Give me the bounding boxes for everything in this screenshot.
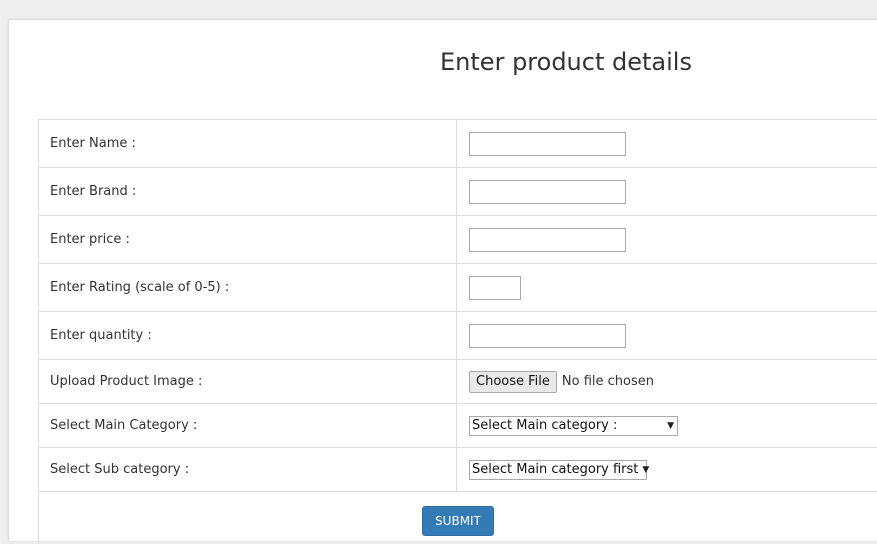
form-panel: Enter product details Enter Name : Enter… bbox=[8, 19, 877, 541]
name-input[interactable] bbox=[469, 132, 626, 156]
file-status-text: No file chosen bbox=[562, 374, 654, 389]
page-title: Enter product details bbox=[9, 48, 877, 76]
chevron-down-icon: ▼ bbox=[667, 421, 674, 431]
form-row-main-category: Select Main Category : Select Main categ… bbox=[39, 404, 877, 448]
sub-category-select[interactable]: Select Main category first ▼ bbox=[469, 460, 647, 480]
sub-category-label: Select Sub category : bbox=[39, 448, 457, 492]
price-label: Enter price : bbox=[39, 216, 457, 264]
rating-input[interactable] bbox=[469, 276, 521, 300]
form-row-brand: Enter Brand : bbox=[39, 168, 877, 216]
file-upload-control: Choose File No file chosen bbox=[469, 371, 867, 393]
form-row-name: Enter Name : bbox=[39, 120, 877, 168]
quantity-label: Enter quantity : bbox=[39, 312, 457, 360]
brand-label: Enter Brand : bbox=[39, 168, 457, 216]
price-input[interactable] bbox=[469, 228, 626, 252]
upload-label: Upload Product Image : bbox=[39, 360, 457, 404]
form-row-sub-category: Select Sub category : Select Main catego… bbox=[39, 448, 877, 492]
form-row-quantity: Enter quantity : bbox=[39, 312, 877, 360]
sub-category-selected: Select Main category first bbox=[472, 462, 638, 477]
main-category-select[interactable]: Select Main category : ▼ bbox=[469, 416, 678, 436]
brand-input[interactable] bbox=[469, 180, 626, 204]
main-category-selected: Select Main category : bbox=[472, 418, 617, 433]
choose-file-button[interactable]: Choose File bbox=[469, 371, 557, 393]
form-row-rating: Enter Rating (scale of 0-5) : bbox=[39, 264, 877, 312]
chevron-down-icon: ▼ bbox=[642, 465, 649, 475]
form-row-upload: Upload Product Image : Choose File No fi… bbox=[39, 360, 877, 404]
form-row-submit: SUBMIT bbox=[39, 492, 877, 544]
quantity-input[interactable] bbox=[469, 324, 626, 348]
main-category-label: Select Main Category : bbox=[39, 404, 457, 448]
submit-button[interactable]: SUBMIT bbox=[422, 506, 494, 536]
rating-label: Enter Rating (scale of 0-5) : bbox=[39, 264, 457, 312]
form-row-price: Enter price : bbox=[39, 216, 877, 264]
name-label: Enter Name : bbox=[39, 120, 457, 168]
product-form-table: Enter Name : Enter Brand : Enter price :… bbox=[38, 119, 877, 544]
